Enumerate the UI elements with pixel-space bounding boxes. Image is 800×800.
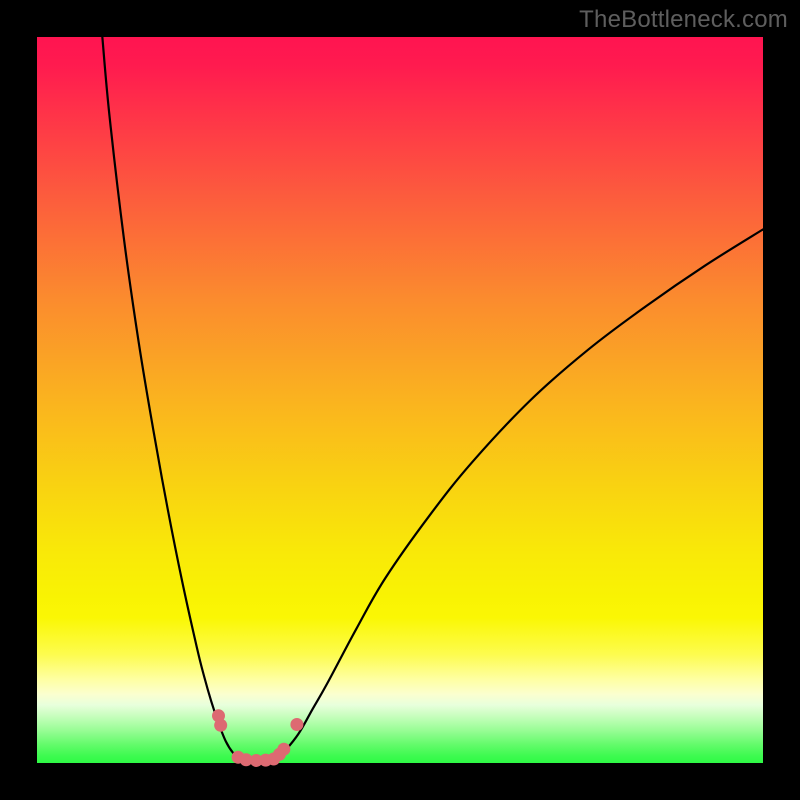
right-curve	[277, 229, 763, 759]
markers-group	[212, 709, 303, 767]
left-curve	[102, 37, 240, 759]
plot-area	[37, 37, 763, 763]
data-marker	[277, 743, 290, 756]
watermark-text: TheBottleneck.com	[579, 6, 788, 34]
chart-svg	[37, 37, 763, 763]
data-marker	[214, 719, 227, 732]
chart-frame: TheBottleneck.com	[0, 0, 800, 800]
data-marker	[290, 718, 303, 731]
